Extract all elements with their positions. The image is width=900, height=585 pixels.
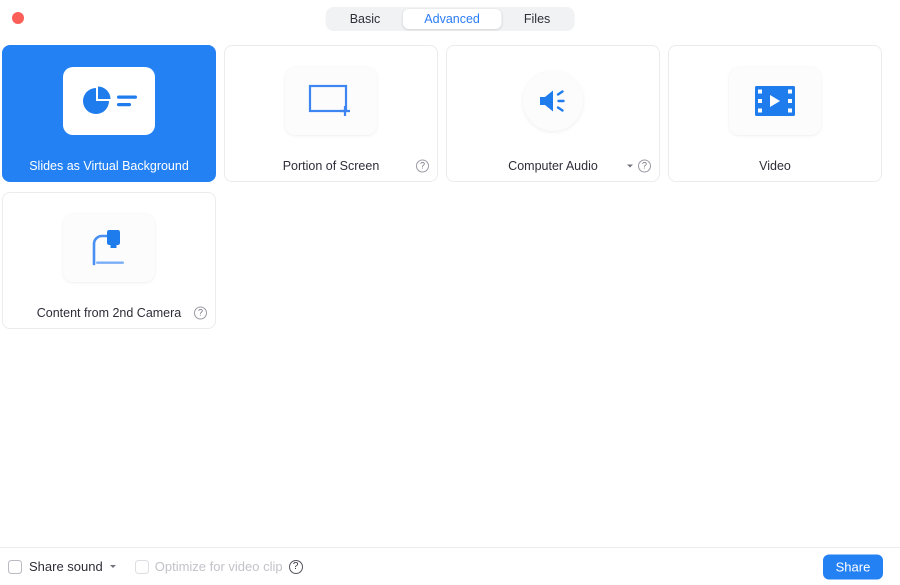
bottom-bar: Share sound Optimize for video clip ? Sh… bbox=[0, 547, 900, 585]
share-option-portion-of-screen[interactable]: Portion of Screen ? bbox=[224, 45, 438, 182]
close-icon[interactable] bbox=[12, 12, 24, 24]
help-icon[interactable]: ? bbox=[194, 306, 207, 320]
card-adornments: ? bbox=[627, 159, 651, 173]
icon-tile bbox=[729, 66, 821, 135]
help-icon[interactable]: ? bbox=[638, 159, 651, 173]
icon-tile bbox=[63, 213, 155, 282]
share-sound-checkbox[interactable] bbox=[8, 559, 22, 574]
card-label: Video bbox=[759, 159, 791, 173]
optimize-video-clip-group: Optimize for video clip ? bbox=[134, 559, 303, 574]
card-adornments: ? bbox=[416, 159, 429, 173]
card-icon-area bbox=[3, 193, 215, 298]
share-sound-chevron-down-icon[interactable] bbox=[109, 565, 116, 568]
tab-bar: Basic Advanced Files bbox=[325, 7, 575, 31]
slides-virtual-background-icon bbox=[83, 86, 137, 114]
share-sound-label: Share sound bbox=[29, 559, 103, 574]
card-label: Content from 2nd Camera bbox=[36, 306, 182, 320]
card-footer: Video bbox=[669, 151, 881, 181]
optimize-video-clip-checkbox[interactable] bbox=[134, 559, 149, 574]
card-icon-area bbox=[447, 46, 659, 151]
title-bar: Basic Advanced Files bbox=[0, 0, 900, 38]
second-camera-icon bbox=[92, 229, 124, 265]
share-button[interactable]: Share bbox=[823, 554, 883, 579]
card-icon-area bbox=[3, 46, 215, 151]
icon-tile bbox=[63, 66, 155, 135]
share-option-video[interactable]: Video bbox=[668, 45, 882, 182]
share-options-grid: Slides as Virtual Background Portion of … bbox=[2, 45, 898, 329]
tab-advanced[interactable]: Advanced bbox=[402, 9, 502, 29]
portion-of-screen-icon bbox=[308, 84, 350, 116]
tab-files[interactable]: Files bbox=[502, 9, 572, 29]
tab-files-label: Files bbox=[523, 12, 551, 26]
card-label: Portion of Screen bbox=[282, 159, 380, 173]
share-screen-window: Basic Advanced Files Slides as Virtual B… bbox=[0, 0, 900, 585]
tab-basic-label: Basic bbox=[349, 12, 381, 26]
bottom-left-controls: Share sound Optimize for video clip ? bbox=[0, 559, 303, 574]
share-option-content-from-2nd-camera[interactable]: Content from 2nd Camera ? bbox=[2, 192, 216, 329]
icon-tile bbox=[523, 70, 583, 131]
card-icon-area bbox=[669, 46, 881, 151]
card-adornments: ? bbox=[194, 306, 207, 320]
share-option-slides-as-virtual-background[interactable]: Slides as Virtual Background bbox=[2, 45, 216, 182]
card-footer: Portion of Screen ? bbox=[225, 151, 437, 181]
card-label: Computer Audio bbox=[508, 159, 598, 173]
tab-basic[interactable]: Basic bbox=[328, 9, 403, 29]
optimize-video-clip-label: Optimize for video clip bbox=[154, 559, 283, 574]
computer-audio-icon bbox=[540, 89, 565, 112]
card-footer: Computer Audio ? bbox=[447, 151, 659, 181]
chevron-down-icon[interactable] bbox=[627, 164, 633, 168]
card-label: Slides as Virtual Background bbox=[29, 159, 189, 173]
icon-tile bbox=[285, 66, 377, 135]
card-footer: Slides as Virtual Background bbox=[3, 151, 215, 181]
share-option-computer-audio[interactable]: Computer Audio ? bbox=[446, 45, 660, 182]
video-icon bbox=[755, 85, 795, 116]
help-icon[interactable]: ? bbox=[416, 159, 429, 173]
tab-advanced-label: Advanced bbox=[424, 12, 480, 26]
card-footer: Content from 2nd Camera ? bbox=[3, 298, 215, 328]
optimize-help-icon[interactable]: ? bbox=[288, 559, 303, 574]
card-icon-area bbox=[225, 46, 437, 151]
